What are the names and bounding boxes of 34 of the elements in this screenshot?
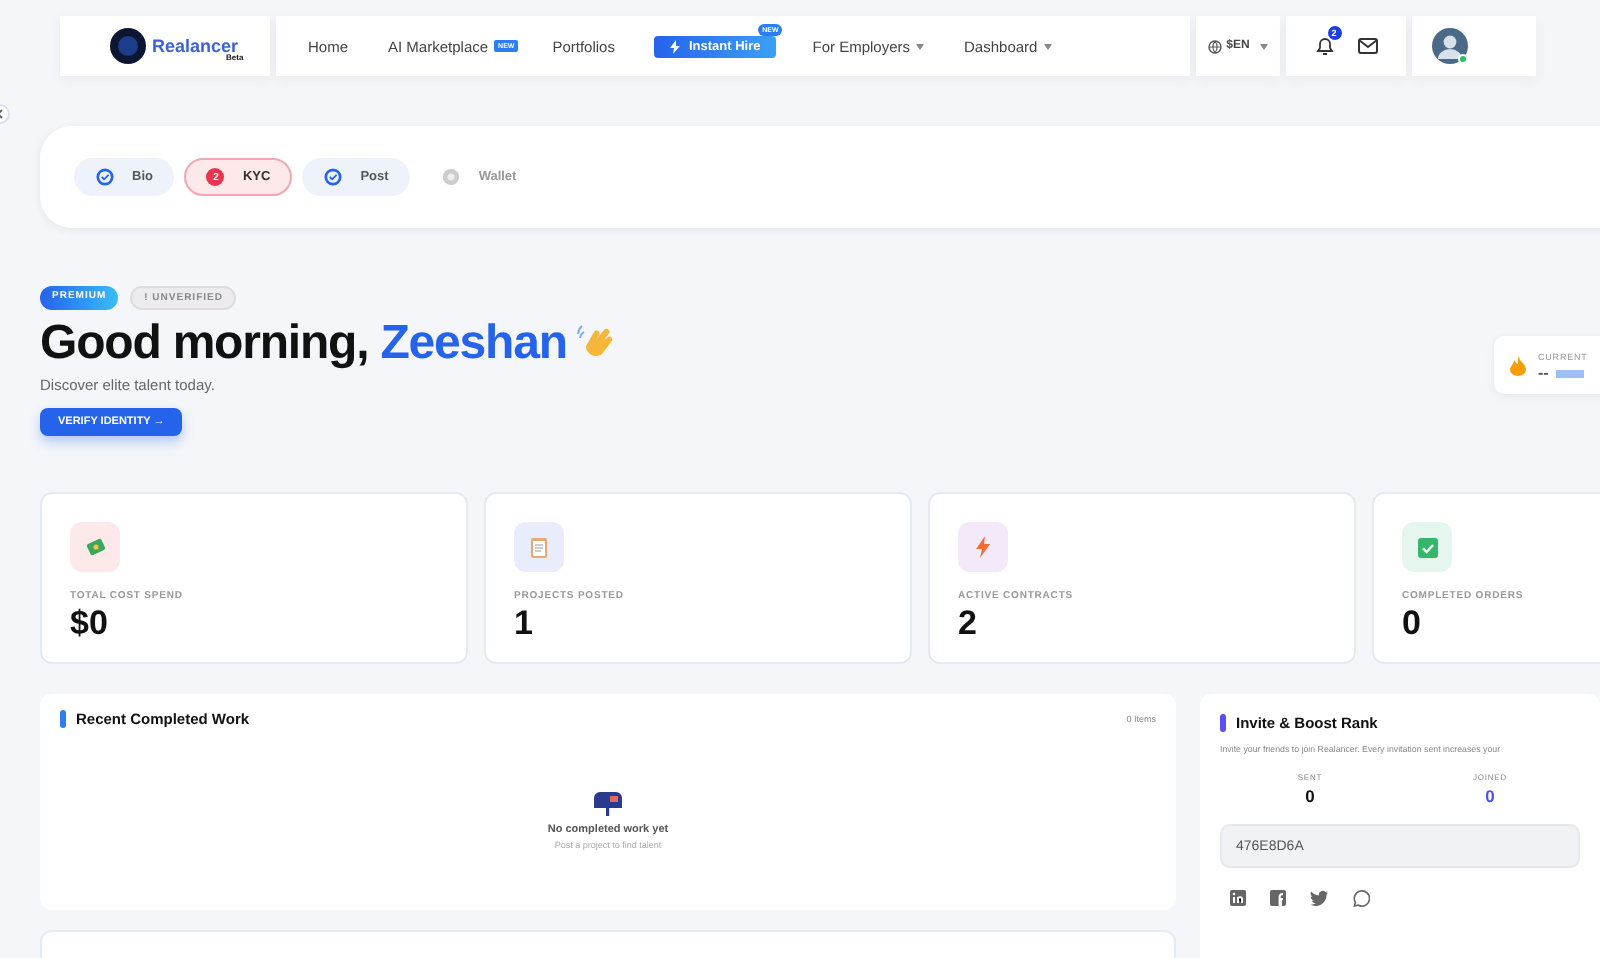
bird-icon[interactable] <box>1310 890 1328 906</box>
caret-icon <box>1043 44 1052 51</box>
stat-value: 2 <box>958 604 977 644</box>
mail-icon[interactable] <box>1357 38 1377 54</box>
stat-value: 0 <box>1402 604 1421 644</box>
logo-text[interactable]: Realancer <box>152 36 239 56</box>
stat-value: $0 <box>70 604 108 644</box>
greeting-title: Good morning, Zeeshan <box>40 318 567 370</box>
stat-value: 1 <box>514 604 533 644</box>
avatar[interactable] <box>1432 28 1468 64</box>
check-circle-icon <box>324 168 343 186</box>
check-circle-icon <box>96 168 114 186</box>
flame-icon <box>1510 355 1526 375</box>
bell-icon[interactable] <box>1315 36 1333 56</box>
phone-chat-icon[interactable] <box>1352 890 1370 908</box>
accent-bar <box>60 710 66 728</box>
check-box-icon <box>1417 537 1437 557</box>
logo-icon[interactable] <box>110 28 146 64</box>
clipboard-icon <box>530 536 548 558</box>
linkedin-icon[interactable] <box>1230 890 1246 906</box>
accent-bar <box>1220 714 1226 732</box>
circle-icon <box>442 168 461 186</box>
counter-value: 0 <box>1485 786 1495 806</box>
rank-value: -- <box>1538 367 1549 379</box>
lightning-icon <box>670 39 681 53</box>
lightning-icon <box>976 536 990 558</box>
facebook-icon[interactable] <box>1270 890 1286 906</box>
money-icon <box>85 538 105 556</box>
globe-icon <box>1208 39 1223 53</box>
counter-value: 0 <box>1305 786 1315 806</box>
mailbox-icon <box>594 790 622 816</box>
caret-icon <box>1259 43 1268 49</box>
caret-icon <box>916 44 925 51</box>
rank-bar <box>1556 369 1585 377</box>
